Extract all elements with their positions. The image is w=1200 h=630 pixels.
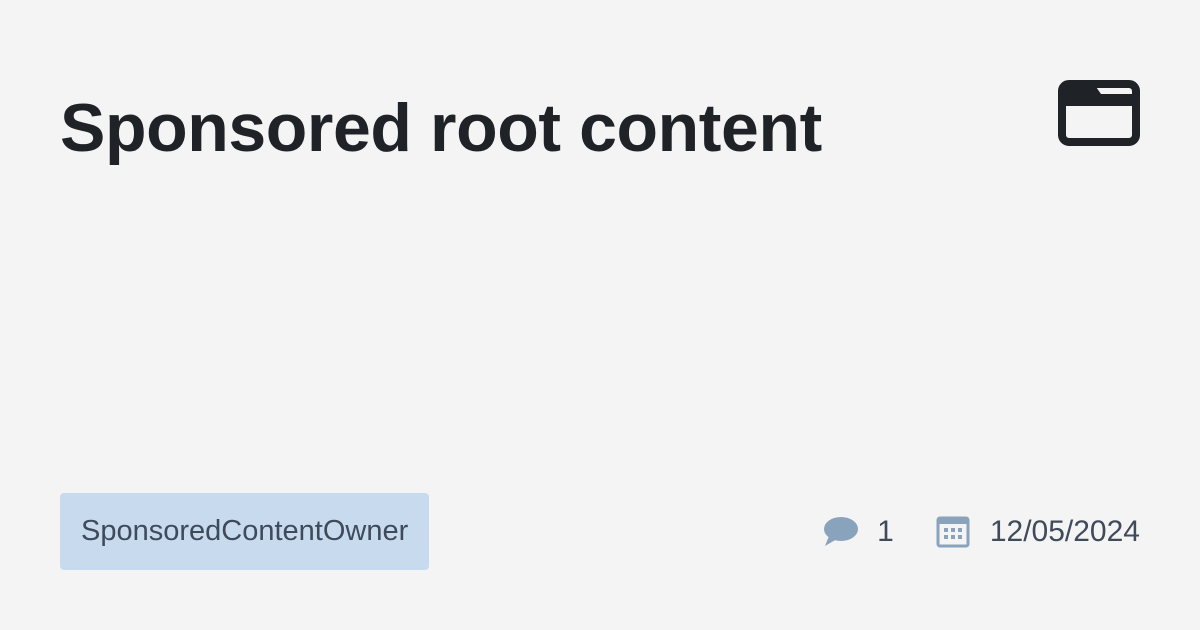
- author-tag[interactable]: SponsoredContentOwner: [60, 493, 430, 570]
- folder-icon: [1058, 80, 1140, 146]
- calendar-icon: [936, 515, 970, 549]
- post-card: Sponsored root content SponsoredContentO…: [0, 0, 1200, 630]
- comment-bubble-icon: [823, 516, 859, 548]
- post-title: Sponsored root content: [60, 90, 822, 166]
- post-date: 12/05/2024: [989, 515, 1140, 548]
- post-meta: 1 12/05/2024: [823, 510, 1140, 554]
- comment-count: 1: [877, 515, 894, 548]
